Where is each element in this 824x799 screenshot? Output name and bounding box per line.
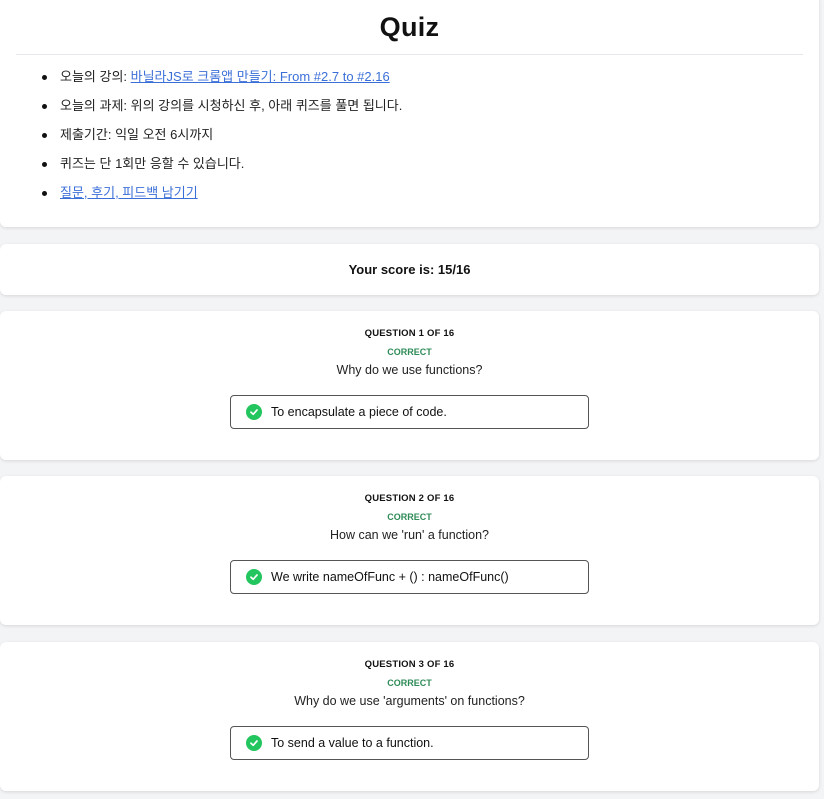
answer-text: To encapsulate a piece of code. bbox=[271, 405, 447, 419]
question-card: QUESTION 3 OF 16 CORRECT Why do we use '… bbox=[0, 642, 819, 791]
question-text: Why do we use 'arguments' on functions? bbox=[294, 694, 525, 708]
info-item-label: 오늘의 강의: bbox=[60, 69, 131, 84]
question-text: How can we 'run' a function? bbox=[329, 528, 490, 542]
question-card: QUESTION 1 OF 16 CORRECT Why do we use f… bbox=[0, 311, 819, 460]
bullet bbox=[42, 133, 47, 138]
info-list: 오늘의 강의: 바닐라JS로 크롬앱 만들기: From #2.7 to #2.… bbox=[0, 68, 402, 213]
question-status: CORRECT bbox=[387, 678, 432, 688]
page-title: Quiz bbox=[379, 12, 440, 42]
score-card: Your score is: 15/16 bbox=[0, 244, 819, 295]
score-text: Your score is: 15/16 bbox=[348, 262, 471, 277]
check-circle-icon bbox=[246, 735, 262, 751]
question-number: QUESTION 3 OF 16 bbox=[364, 659, 455, 670]
question-card: QUESTION 2 OF 16 CORRECT How can we 'run… bbox=[0, 476, 819, 625]
question-number: QUESTION 1 OF 16 bbox=[364, 328, 455, 339]
bullet bbox=[42, 75, 47, 80]
question-status: CORRECT bbox=[387, 512, 432, 522]
quiz-header-card: Quiz 오늘의 강의: 바닐라JS로 크롬앱 만들기: From #2.7 t… bbox=[0, 0, 819, 227]
info-item-attempts: 퀴즈는 단 1회만 응할 수 있습니다. bbox=[42, 155, 402, 184]
info-item-label: 퀴즈는 단 1회만 응할 수 있습니다. bbox=[60, 156, 245, 171]
info-item-label: 오늘의 과제: 위의 강의를 시청하신 후, 아래 퀴즈를 풀면 됩니다. bbox=[60, 98, 403, 113]
info-item-label: 제출기간: 익일 오전 6시까지 bbox=[60, 127, 214, 142]
check-circle-icon bbox=[246, 569, 262, 585]
bullet bbox=[42, 104, 47, 109]
question-text: Why do we use functions? bbox=[336, 363, 483, 377]
bullet bbox=[42, 162, 47, 167]
question-status: CORRECT bbox=[387, 347, 432, 357]
question-number: QUESTION 2 OF 16 bbox=[364, 493, 455, 504]
info-item-feedback: 질문, 후기, 피드백 남기기 bbox=[42, 184, 402, 213]
answer-option[interactable]: To encapsulate a piece of code. bbox=[230, 395, 589, 429]
bullet bbox=[42, 191, 47, 196]
info-item-lecture: 오늘의 강의: 바닐라JS로 크롬앱 만들기: From #2.7 to #2.… bbox=[42, 68, 402, 97]
info-item-deadline: 제출기간: 익일 오전 6시까지 bbox=[42, 126, 402, 155]
answer-text: We write nameOfFunc + () : nameOfFunc() bbox=[271, 570, 509, 584]
answer-option[interactable]: To send a value to a function. bbox=[230, 726, 589, 760]
answer-option[interactable]: We write nameOfFunc + () : nameOfFunc() bbox=[230, 560, 589, 594]
title-divider bbox=[16, 54, 803, 55]
check-circle-icon bbox=[246, 404, 262, 420]
info-item-assignment: 오늘의 과제: 위의 강의를 시청하신 후, 아래 퀴즈를 풀면 됩니다. bbox=[42, 97, 403, 126]
answer-text: To send a value to a function. bbox=[271, 736, 434, 750]
feedback-link[interactable]: 질문, 후기, 피드백 남기기 bbox=[60, 185, 198, 200]
lecture-link[interactable]: 바닐라JS로 크롬앱 만들기: From #2.7 to #2.16 bbox=[131, 69, 390, 84]
